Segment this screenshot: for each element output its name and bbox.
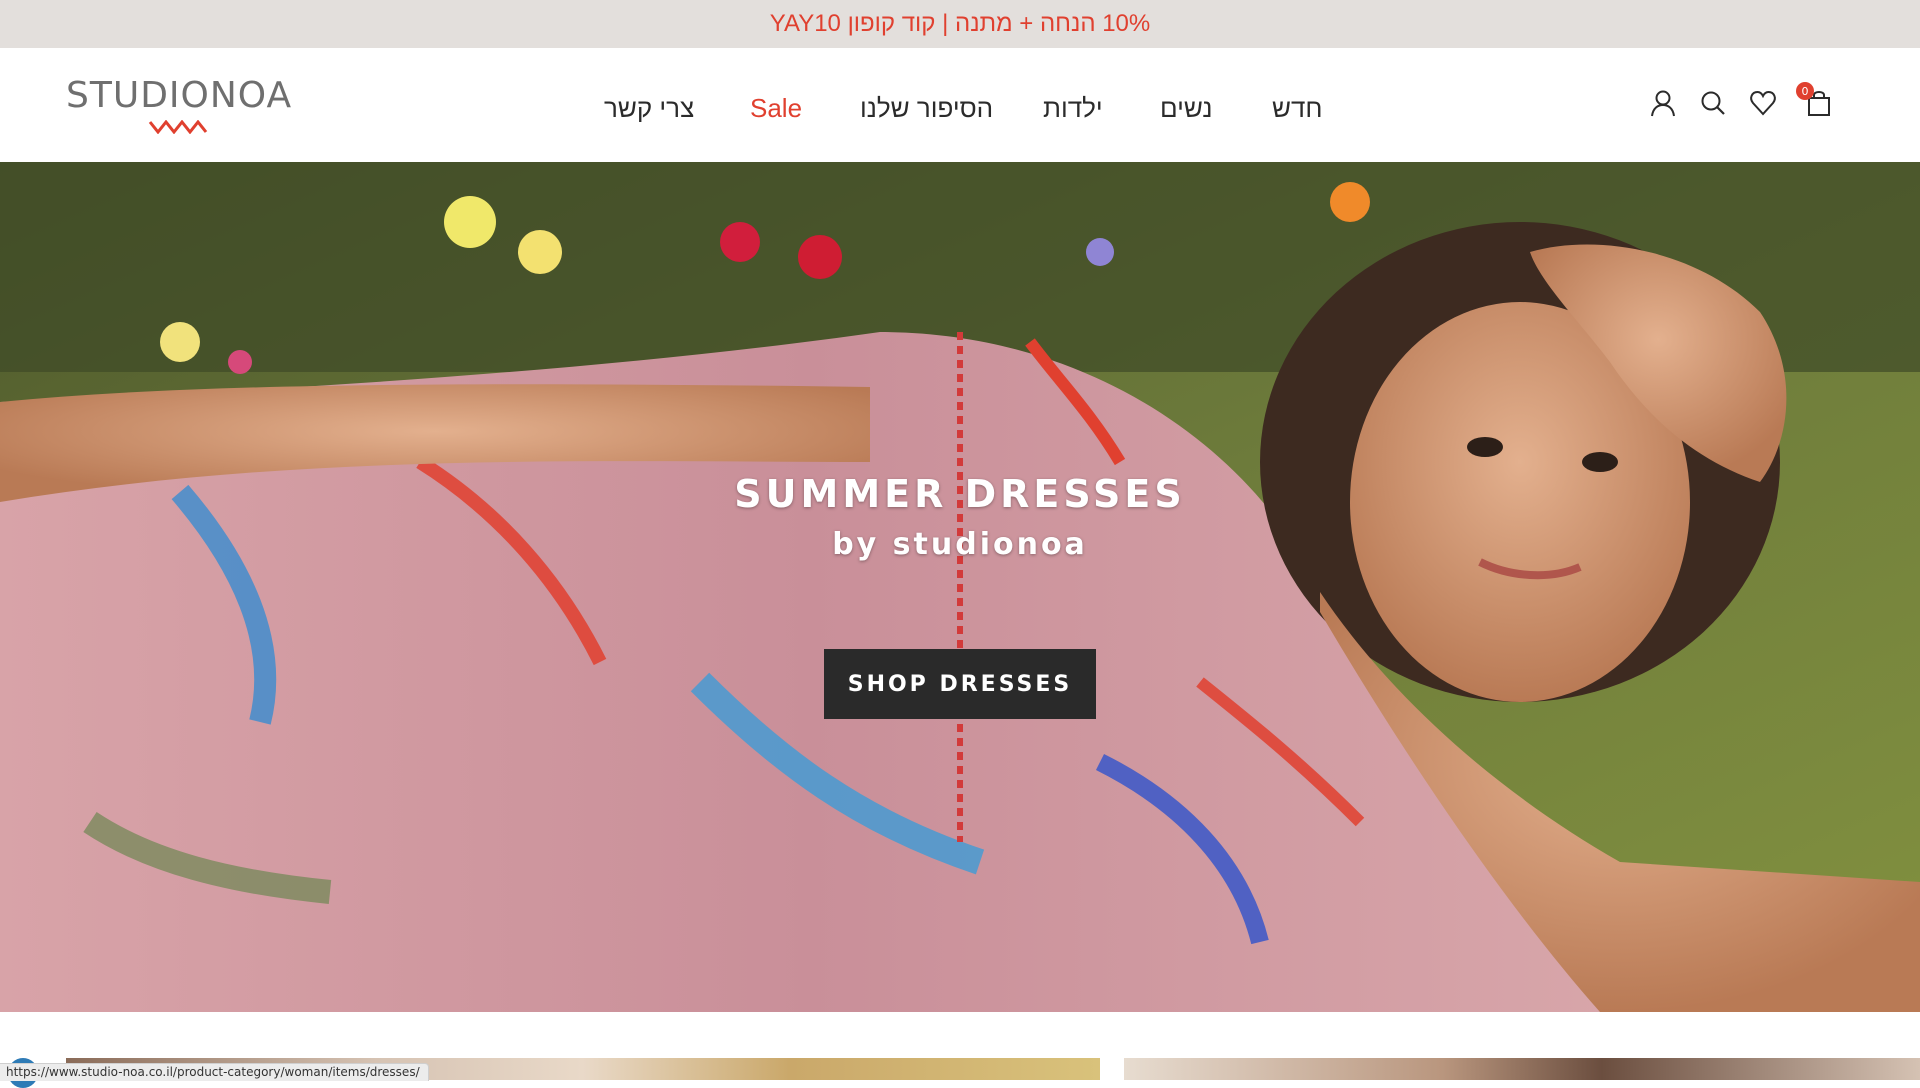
cart-count-badge: 0 bbox=[1796, 82, 1814, 100]
browser-status-url: https://www.studio-noa.co.il/product-cat… bbox=[0, 1063, 429, 1081]
announcement-text: 10% הנחה + מתנה | קוד קופון YAY10 bbox=[769, 10, 1151, 37]
hero-subtitle: by studionoa bbox=[832, 527, 1088, 562]
nav-item-girls[interactable]: ילדות bbox=[1043, 88, 1103, 128]
hero-banner[interactable]: SUMMER DRESSES by studionoa SHOP DRESSES bbox=[0, 162, 1920, 1012]
logo[interactable]: STUDIONOA bbox=[66, 76, 296, 134]
shop-dresses-button[interactable]: SHOP DRESSES bbox=[824, 649, 1096, 719]
nav-item-contact[interactable]: צרי קשר bbox=[604, 88, 694, 128]
category-preview-right[interactable] bbox=[1124, 1058, 1920, 1080]
nav-item-women[interactable]: נשים bbox=[1160, 88, 1212, 128]
logo-zigzag-icon bbox=[148, 120, 208, 134]
shopping-bag-icon[interactable]: 0 bbox=[1796, 82, 1838, 122]
nav-item-new[interactable]: חדש bbox=[1272, 88, 1323, 128]
announcement-bar: 10% הנחה + מתנה | קוד קופון YAY10 bbox=[0, 0, 1920, 48]
nav-item-our-story[interactable]: הסיפור שלנו bbox=[860, 88, 993, 128]
account-icon[interactable] bbox=[1648, 88, 1682, 122]
nav-item-sale[interactable]: Sale bbox=[750, 88, 802, 128]
logo-text: STUDIONOA bbox=[66, 75, 293, 116]
hero-title: SUMMER DRESSES bbox=[734, 472, 1186, 516]
hero-image bbox=[0, 162, 1920, 1012]
search-icon[interactable] bbox=[1698, 88, 1732, 122]
site-header: STUDIONOA חדש נשים ילדות הסיפור שלנו Sal… bbox=[0, 48, 1920, 162]
header-icons: 0 bbox=[1648, 82, 1848, 124]
heart-icon[interactable] bbox=[1748, 88, 1782, 122]
